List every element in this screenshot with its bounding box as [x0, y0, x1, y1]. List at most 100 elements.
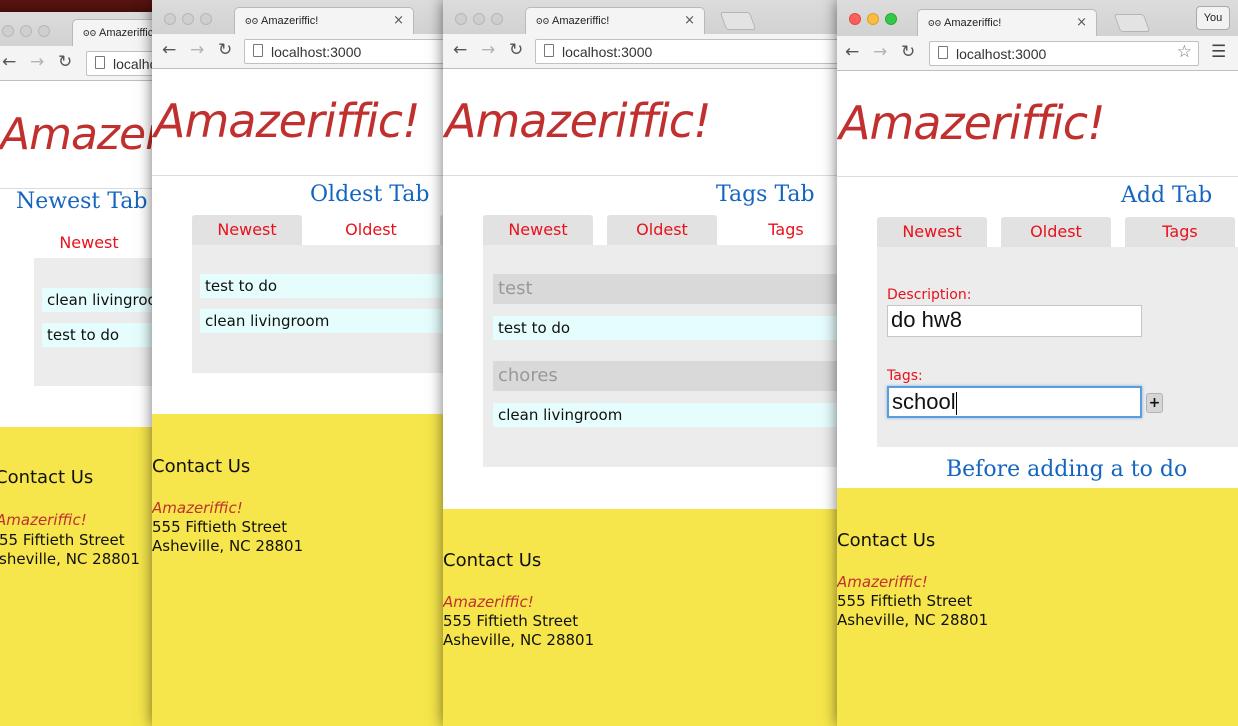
- address-line1: 55 Fiftieth Street: [0, 531, 125, 549]
- page-icon: [95, 56, 105, 69]
- maximize-window-icon[interactable]: [491, 13, 503, 25]
- close-window-icon[interactable]: [849, 13, 861, 25]
- favicon-icon: ʘʘ: [928, 16, 942, 29]
- maximize-window-icon[interactable]: [885, 13, 897, 25]
- back-icon[interactable]: ←: [845, 42, 859, 62]
- page-icon: [544, 44, 554, 57]
- tab-newest[interactable]: Newest: [483, 215, 593, 245]
- browser-tab[interactable]: ʘʘ Amazeriffic!: [72, 19, 154, 46]
- section-title: Tags Tab: [716, 182, 815, 207]
- caption: Before adding a to do: [946, 457, 1188, 482]
- tab-strip: ʘʘ Amazeriffic! ×: [443, 0, 837, 34]
- forward-icon[interactable]: →: [481, 40, 495, 60]
- reload-icon[interactable]: ↻: [58, 52, 72, 72]
- browser-chrome: ʘʘ Amazeriffic! × You ← → ↻ localhost:30…: [837, 0, 1238, 71]
- new-tab-button[interactable]: [1113, 14, 1151, 32]
- tab-strip: ʘʘ Amazeriffic! ×: [152, 0, 444, 34]
- forward-icon[interactable]: →: [30, 52, 44, 72]
- favicon-icon: ʘʘ: [536, 14, 550, 27]
- page-content: Amazeriffic! Oldest Tab Newest Oldest Ta…: [152, 69, 444, 414]
- address-line2: sheville, NC 28801: [0, 550, 140, 568]
- forward-icon[interactable]: →: [873, 42, 887, 62]
- footer: Contact Us Amazeriffic! 555 Fiftieth Str…: [443, 509, 837, 726]
- back-icon[interactable]: ←: [453, 40, 467, 60]
- favicon-icon: ʘʘ: [245, 14, 259, 27]
- footer-brand: Amazeriffic!: [837, 573, 928, 591]
- todo-panel: test to do clean livingroom: [192, 245, 444, 373]
- contact-title: Contact Us: [837, 530, 936, 551]
- browser-tab[interactable]: ʘʘ Amazeriffic! ×: [525, 7, 705, 34]
- todo-panel: clean livingroom test to do: [34, 258, 154, 386]
- section-title: Oldest Tab: [310, 182, 430, 207]
- browser-window-oldest: ʘʘ Amazeriffic! × ← → ↻ localhost:3000 A…: [152, 0, 444, 726]
- tags-input[interactable]: school: [887, 386, 1142, 418]
- window-controls: [2, 22, 56, 41]
- address-bar[interactable]: localhost:3000 ☆: [929, 41, 1199, 66]
- back-icon[interactable]: ←: [2, 52, 16, 72]
- toolbar: ← → ↻ localhost:3000: [152, 34, 444, 68]
- browser-tab[interactable]: ʘʘ Amazeriffic! ×: [917, 9, 1097, 36]
- menu-icon[interactable]: ☰: [1211, 42, 1226, 62]
- tab-tags[interactable]: Tags: [731, 215, 837, 245]
- close-window-icon[interactable]: [164, 13, 176, 25]
- window-controls: [849, 10, 903, 29]
- tag-header: chores: [493, 361, 837, 391]
- reload-icon[interactable]: ↻: [509, 40, 523, 60]
- maximize-window-icon[interactable]: [200, 13, 212, 25]
- user-profile-button[interactable]: You: [1196, 6, 1230, 30]
- close-window-icon[interactable]: [455, 13, 467, 25]
- address-bar[interactable]: localhost:3000: [535, 39, 837, 64]
- todo-item: clean livingroom: [493, 403, 837, 427]
- todo-item: clean livingroom: [42, 288, 154, 312]
- description-input[interactable]: do hw8: [887, 305, 1142, 337]
- section-title: Add Tab: [1121, 183, 1213, 208]
- footer-brand: Amazeriffic!: [0, 511, 87, 529]
- toolbar: ← → ↻ localhost: [0, 46, 154, 80]
- todo-item: test to do: [200, 274, 444, 298]
- close-icon[interactable]: ×: [1076, 15, 1087, 30]
- footer-brand: Amazeriffic!: [443, 593, 534, 611]
- browser-tab[interactable]: ʘʘ Amazeriffic! ×: [234, 7, 414, 34]
- tab-title: Amazeriffic!: [261, 15, 319, 27]
- tags-label: Tags:: [887, 368, 923, 384]
- footer-brand: Amazeriffic!: [152, 499, 243, 517]
- tab-tags[interactable]: Tags: [1125, 217, 1235, 247]
- maximize-window-icon[interactable]: [38, 25, 50, 37]
- minimize-window-icon[interactable]: [182, 13, 194, 25]
- address-line1: 555 Fiftieth Street: [152, 518, 288, 536]
- tab-newest[interactable]: Newest: [877, 217, 987, 247]
- tab-oldest[interactable]: Oldest: [607, 215, 717, 245]
- footer: Contact Us Amazeriffic! 555 Fiftieth Str…: [837, 488, 1238, 726]
- close-icon[interactable]: ×: [684, 13, 695, 28]
- browser-chrome: ʘʘ Amazeriffic! × ← → ↻ localhost:3000: [152, 0, 444, 69]
- minimize-window-icon[interactable]: [867, 13, 879, 25]
- add-button[interactable]: +: [1146, 393, 1163, 413]
- back-icon[interactable]: ←: [162, 40, 176, 60]
- close-icon[interactable]: ×: [393, 13, 404, 28]
- address-bar[interactable]: localhost: [86, 51, 154, 76]
- tab-oldest[interactable]: Oldest: [1001, 217, 1111, 247]
- minimize-window-icon[interactable]: [20, 25, 32, 37]
- contact-title: Contact Us: [443, 550, 542, 571]
- tab-newest[interactable]: Newest: [192, 215, 302, 245]
- tab-oldest[interactable]: Oldest: [316, 215, 426, 245]
- tab-title: Amazeriffic!: [99, 27, 154, 39]
- page-content: Amazeri Newest Tab Newest clean livingro…: [0, 81, 154, 427]
- header-divider: [837, 176, 1238, 177]
- tab-strip: ʘʘ Amazeriffic!: [0, 12, 154, 46]
- address-line2: Asheville, NC 28801: [837, 611, 989, 629]
- minimize-window-icon[interactable]: [473, 13, 485, 25]
- address-bar[interactable]: localhost:3000: [244, 39, 444, 64]
- url-text: localhost:3000: [956, 46, 1047, 62]
- reload-icon[interactable]: ↻: [901, 42, 915, 62]
- reload-icon[interactable]: ↻: [218, 40, 232, 60]
- close-window-icon[interactable]: [2, 25, 14, 37]
- window-controls: [164, 10, 218, 29]
- new-tab-button[interactable]: [719, 12, 757, 30]
- add-panel: Description: do hw8 Tags: school +: [877, 247, 1238, 447]
- star-icon[interactable]: ☆: [1177, 42, 1192, 62]
- forward-icon[interactable]: →: [190, 40, 204, 60]
- tab-newest[interactable]: Newest: [34, 228, 144, 258]
- page-icon: [938, 46, 948, 59]
- header-divider: [443, 175, 837, 176]
